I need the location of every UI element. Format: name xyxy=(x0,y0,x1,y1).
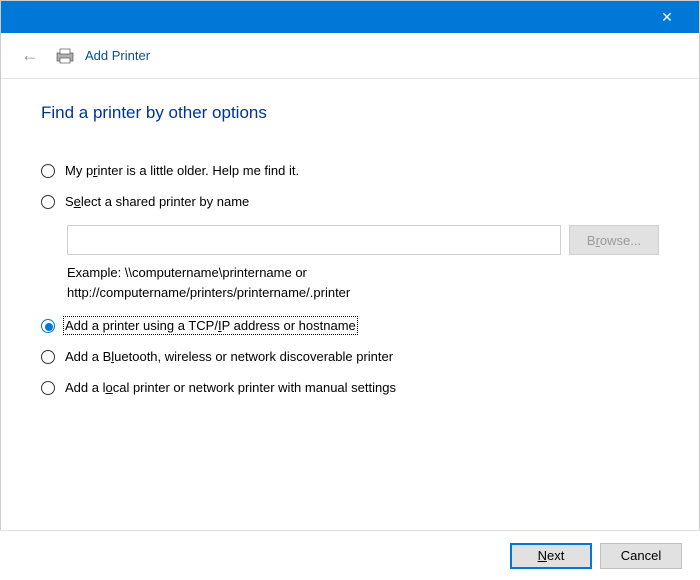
radio-icon xyxy=(41,350,55,364)
page-heading: Find a printer by other options xyxy=(41,103,659,123)
shared-example-text: Example: \\computername\printername or h… xyxy=(67,263,447,302)
next-button[interactable]: Next xyxy=(510,543,592,569)
header-title: Add Printer xyxy=(85,48,150,63)
cancel-button[interactable]: Cancel xyxy=(600,543,682,569)
option-label: Add a printer using a TCP/IP address or … xyxy=(65,318,356,333)
radio-icon xyxy=(41,319,55,333)
titlebar: ✕ xyxy=(1,1,699,33)
close-icon: ✕ xyxy=(661,9,673,25)
option-shared-printer[interactable]: Select a shared printer by name xyxy=(41,194,659,209)
wizard-footer: Next Cancel xyxy=(0,530,700,580)
option-older-printer[interactable]: My printer is a little older. Help me fi… xyxy=(41,163,659,178)
option-label: My printer is a little older. Help me fi… xyxy=(65,163,299,178)
radio-icon xyxy=(41,195,55,209)
option-local[interactable]: Add a local printer or network printer w… xyxy=(41,380,659,395)
option-label: Select a shared printer by name xyxy=(65,194,249,209)
back-arrow-icon: ← xyxy=(21,45,39,66)
radio-icon xyxy=(41,164,55,178)
close-button[interactable]: ✕ xyxy=(647,9,687,26)
option-tcpip[interactable]: Add a printer using a TCP/IP address or … xyxy=(41,318,659,333)
wizard-header: ← Add Printer xyxy=(1,33,699,79)
printer-icon xyxy=(55,48,75,64)
option-label: Add a local printer or network printer w… xyxy=(65,380,396,395)
content-area: Find a printer by other options My print… xyxy=(1,79,699,421)
radio-icon xyxy=(41,381,55,395)
shared-printer-input[interactable] xyxy=(67,225,561,255)
option-bluetooth[interactable]: Add a Bluetooth, wireless or network dis… xyxy=(41,349,659,364)
browse-button[interactable]: Browse... xyxy=(569,225,659,255)
option-label: Add a Bluetooth, wireless or network dis… xyxy=(65,349,393,364)
shared-printer-block: Browse... Example: \\computername\printe… xyxy=(67,225,659,302)
